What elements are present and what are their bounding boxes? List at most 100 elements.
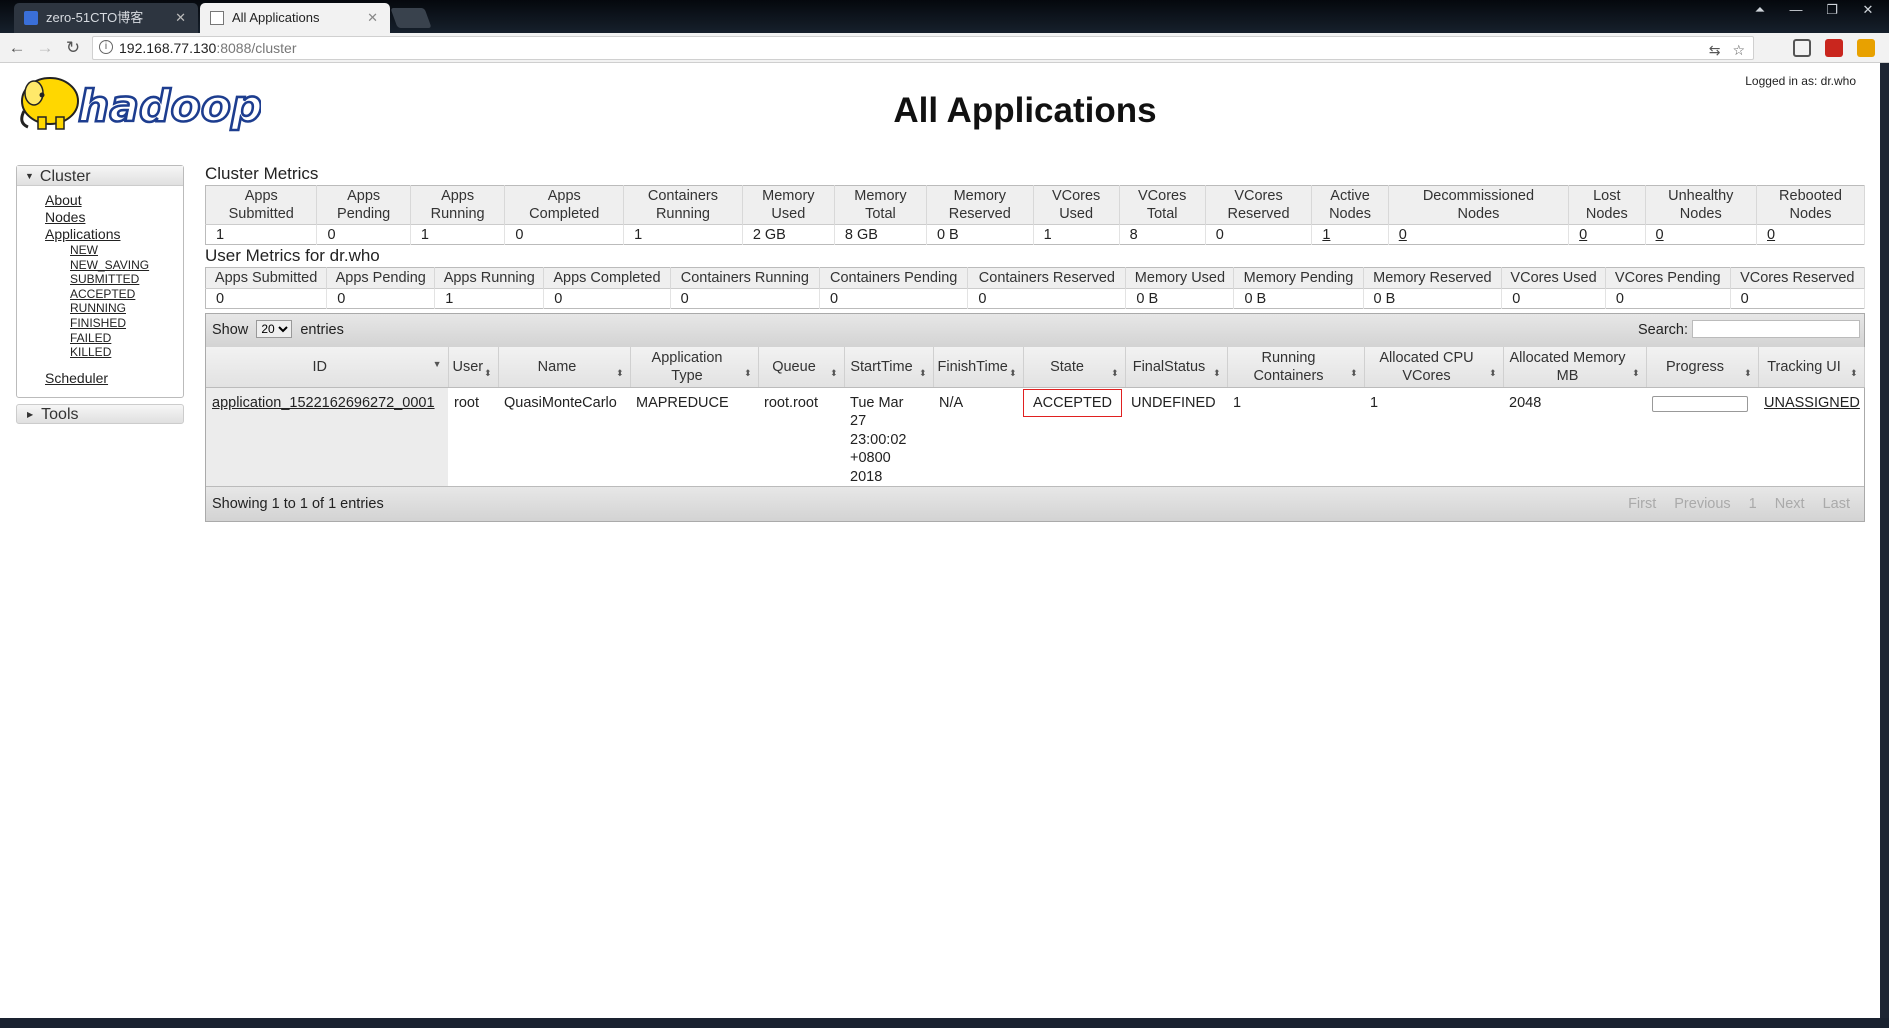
extension-icon[interactable] bbox=[1857, 39, 1875, 57]
nav-link-killed[interactable]: KILLED bbox=[70, 345, 183, 360]
nav-link-nodes[interactable]: Nodes bbox=[45, 209, 183, 226]
user-metric-value-containers-running: 0 bbox=[670, 288, 820, 309]
metric-value-apps-completed: 0 bbox=[504, 224, 625, 245]
nav-link-applications[interactable]: Applications bbox=[45, 226, 183, 243]
column-header-name[interactable]: Name ⬍ bbox=[498, 347, 631, 388]
nav-link-failed[interactable]: FAILED bbox=[70, 331, 183, 346]
page-favicon-icon bbox=[210, 11, 224, 25]
sort-icon[interactable]: ⬍ bbox=[1489, 364, 1497, 382]
new-tab-button[interactable] bbox=[390, 8, 432, 28]
nav-link-accepted[interactable]: ACCEPTED bbox=[70, 287, 183, 302]
user-metric-value-apps-completed: 0 bbox=[543, 288, 671, 309]
column-header-starttime[interactable]: StartTime ⬍ bbox=[844, 347, 934, 388]
back-arrow-icon[interactable]: ← bbox=[6, 37, 28, 59]
sort-icon[interactable]: ⬍ bbox=[484, 364, 492, 382]
forward-arrow-icon[interactable]: → bbox=[34, 37, 56, 59]
metric-link[interactable]: 0 bbox=[1656, 227, 1664, 243]
translate-icon[interactable]: ⇆ bbox=[1709, 39, 1721, 61]
column-header-state[interactable]: State ⬍ bbox=[1023, 347, 1126, 388]
showing-info: Showing 1 to 1 of 1 entries bbox=[212, 496, 384, 512]
pager-first-button[interactable]: First bbox=[1628, 487, 1656, 522]
browser-tab-applications[interactable]: All Applications ✕ bbox=[200, 3, 390, 33]
sort-icon[interactable]: ⬍ bbox=[919, 364, 927, 382]
column-header-tracking-ui[interactable]: Tracking UI ⬍ bbox=[1758, 347, 1865, 388]
close-window-icon[interactable]: ✕ bbox=[1857, 2, 1879, 18]
sort-icon[interactable]: ⬍ bbox=[744, 364, 752, 382]
metric-header-vcores-reserved: VCores Reserved bbox=[1205, 185, 1313, 225]
page-size-select[interactable]: 20 bbox=[256, 320, 293, 338]
column-header-id[interactable]: ID ▼ bbox=[206, 347, 449, 388]
app-alloc-memory: 2048 bbox=[1509, 394, 1542, 411]
metric-value-rebooted-nodes[interactable]: 0 bbox=[1756, 224, 1865, 245]
app-state-cell: ACCEPTED bbox=[1023, 387, 1125, 486]
column-header-allocated-memory-mb[interactable]: Allocated Memory MB ⬍ bbox=[1503, 347, 1647, 388]
sort-icon[interactable]: ⬍ bbox=[1111, 364, 1119, 382]
column-header-user[interactable]: User ⬍ bbox=[448, 347, 499, 388]
column-header-allocated-cpu-vcores[interactable]: Allocated CPU VCores ⬍ bbox=[1364, 347, 1504, 388]
restore-icon[interactable]: ❐ bbox=[1821, 2, 1843, 18]
sort-icon[interactable]: ⬍ bbox=[1213, 364, 1221, 382]
user-icon[interactable]: ⏶ bbox=[1749, 2, 1771, 18]
pager-1-button[interactable]: 1 bbox=[1749, 487, 1757, 522]
column-header-finishtime[interactable]: FinishTime ⬍ bbox=[933, 347, 1024, 388]
search-label: Search: bbox=[1638, 322, 1688, 338]
sort-desc-icon[interactable]: ▼ bbox=[433, 355, 442, 373]
tracking-ui-link[interactable]: UNASSIGNED bbox=[1764, 395, 1860, 411]
nav-link-finished[interactable]: FINISHED bbox=[70, 316, 183, 331]
sort-icon[interactable]: ⬍ bbox=[616, 364, 624, 382]
app-id-link[interactable]: application_1522162696272_0001 bbox=[212, 395, 435, 411]
sort-icon[interactable]: ⬍ bbox=[1632, 364, 1640, 382]
nav-link-about[interactable]: About bbox=[45, 192, 183, 209]
close-icon[interactable]: ✕ bbox=[367, 3, 378, 33]
column-header-application-type[interactable]: Application Type ⬍ bbox=[630, 347, 759, 388]
show-label: Show bbox=[212, 322, 249, 338]
sort-icon[interactable]: ⬍ bbox=[1350, 364, 1358, 382]
metric-value-containers-running: 1 bbox=[623, 224, 743, 245]
metric-link[interactable]: 1 bbox=[1322, 227, 1330, 243]
metric-value-lost-nodes[interactable]: 0 bbox=[1568, 224, 1646, 245]
column-header-finalstatus[interactable]: FinalStatus ⬍ bbox=[1125, 347, 1228, 388]
nav-link-scheduler[interactable]: Scheduler bbox=[45, 370, 183, 387]
metric-link[interactable]: 0 bbox=[1767, 227, 1775, 243]
metric-value-apps-running: 1 bbox=[410, 224, 506, 245]
pager-previous-button[interactable]: Previous bbox=[1674, 487, 1730, 522]
column-header-running-containers[interactable]: Running Containers ⬍ bbox=[1227, 347, 1365, 388]
minimize-icon[interactable]: — bbox=[1785, 2, 1807, 18]
column-header-queue[interactable]: Queue ⬍ bbox=[758, 347, 845, 388]
nav-link-new[interactable]: NEW bbox=[70, 243, 183, 258]
browser-tab-blog[interactable]: zero-51CTO博客 ✕ bbox=[14, 3, 198, 33]
url-path: :8088/cluster bbox=[216, 40, 297, 56]
user-metric-header-apps-completed: Apps Completed bbox=[543, 267, 671, 289]
pager-next-button[interactable]: Next bbox=[1775, 487, 1805, 522]
search-input[interactable] bbox=[1692, 319, 1860, 338]
pdf-extension-icon[interactable] bbox=[1825, 39, 1843, 57]
sort-icon[interactable]: ⬍ bbox=[1744, 364, 1752, 382]
sort-icon[interactable]: ⬍ bbox=[1009, 364, 1017, 382]
extension-icon[interactable] bbox=[1793, 39, 1811, 57]
app-alloc-vcores: 1 bbox=[1370, 394, 1379, 411]
metric-value-apps-pending: 0 bbox=[316, 224, 411, 245]
sort-icon[interactable]: ⬍ bbox=[1850, 364, 1858, 382]
reload-icon[interactable]: ↻ bbox=[62, 37, 84, 59]
cluster-nav-header[interactable]: ▼ Cluster bbox=[17, 166, 183, 186]
url-input[interactable]: i 192.168.77.130:8088/cluster ⇆ ☆ bbox=[92, 36, 1754, 60]
tools-nav-header[interactable]: ▶ Tools bbox=[16, 403, 184, 424]
close-icon[interactable]: ✕ bbox=[175, 3, 186, 33]
sort-icon[interactable]: ⬍ bbox=[830, 364, 838, 382]
nav-link-submitted[interactable]: SUBMITTED bbox=[70, 272, 183, 287]
metric-value-apps-submitted: 1 bbox=[205, 224, 318, 245]
desktop-edge bbox=[0, 1018, 1889, 1028]
metric-value-active-nodes[interactable]: 1 bbox=[1311, 224, 1389, 245]
metric-link[interactable]: 0 bbox=[1579, 227, 1587, 243]
nav-link-running[interactable]: RUNNING bbox=[70, 301, 183, 316]
metric-value-decommissioned-nodes[interactable]: 0 bbox=[1388, 224, 1570, 245]
column-header-progress[interactable]: Progress ⬍ bbox=[1646, 347, 1759, 388]
pager-last-button[interactable]: Last bbox=[1823, 487, 1850, 522]
metric-link[interactable]: 0 bbox=[1399, 227, 1407, 243]
bookmark-star-icon[interactable]: ☆ bbox=[1732, 39, 1745, 61]
triangle-right-icon: ▶ bbox=[27, 409, 34, 419]
metric-value-unhealthy-nodes[interactable]: 0 bbox=[1645, 224, 1758, 245]
url-host: 192.168.77.130 bbox=[119, 40, 217, 56]
nav-link-new-saving[interactable]: NEW_SAVING bbox=[70, 258, 183, 273]
info-icon[interactable]: i bbox=[99, 40, 113, 54]
